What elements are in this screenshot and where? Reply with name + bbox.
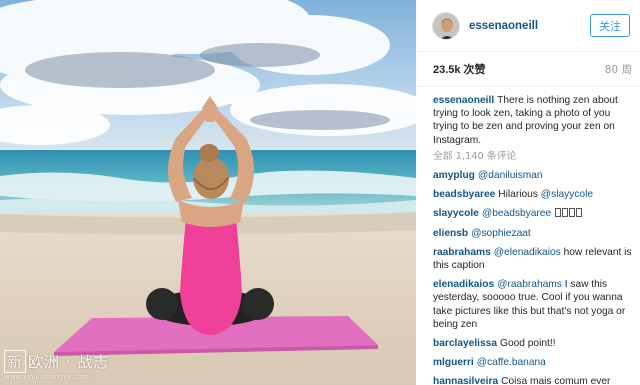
comment-username[interactable]: beadsbyaree — [433, 189, 495, 200]
comment-mention[interactable]: @raabrahams — [497, 279, 562, 290]
comment-mention[interactable]: @caffe.banana — [477, 357, 546, 368]
comment-item: eliensb @sophiezaat — [433, 227, 632, 240]
post-side-panel: essenaoneill 关注 23.5k 次赞 80 周 essenaoneil… — [416, 0, 640, 385]
avatar-icon — [433, 12, 459, 39]
site-watermark: 新欧洲 · 战志 www.xinoushangye.com — [4, 350, 109, 381]
comment-mention[interactable]: @elenadikaios — [494, 247, 561, 258]
comment-item: beadsbyaree Hilarious @slayycole — [433, 188, 632, 201]
comment-username[interactable]: amyplug — [433, 170, 475, 181]
comment-username[interactable]: eliensb — [433, 228, 468, 239]
comment-item: amyplug @daniluisman — [433, 169, 632, 182]
comment-item: slayycole @beadsbyaree — [433, 207, 632, 220]
comment-item: elenadikaios @raabrahams I saw this yeste… — [433, 278, 632, 331]
comment-item: barclayelissa Good point!! — [433, 337, 632, 350]
comment-username[interactable]: raabrahams — [433, 247, 491, 258]
comment-text: Coisa mais comum ever — [501, 376, 611, 385]
avatar[interactable] — [432, 11, 460, 40]
comment-text: Good point!! — [500, 338, 556, 350]
comment-mention[interactable]: @sophiezaat — [471, 228, 531, 239]
comment-username[interactable]: mlguerri — [433, 357, 474, 368]
comment-item: hannasilveira Coisa mais comum ever — [433, 375, 632, 385]
comment-item: mlguerri @caffe.banana — [433, 356, 632, 369]
comment-mention[interactable]: @beadsbyaree — [482, 208, 551, 219]
view-all-comments-link[interactable]: 全部 1,140 条评论 — [433, 150, 632, 163]
likes-label: 次赞 — [463, 63, 486, 76]
comment-item: raabrahams @elenadikaios how relevant is … — [433, 246, 632, 272]
caption-username[interactable]: essenaoneill — [433, 95, 494, 106]
comment-username[interactable]: elenadikaios — [433, 279, 494, 290]
likes-count[interactable]: 23.5k 次赞 — [433, 61, 486, 77]
follow-button[interactable]: 关注 — [590, 14, 630, 37]
comment-mention[interactable]: @daniluisman — [478, 170, 543, 181]
watermark-text: 欧洲 · 战志 — [28, 353, 110, 371]
post-age[interactable]: 80 周 — [605, 62, 632, 77]
post-photo[interactable]: 新欧洲 · 战志 www.xinoushangye.com — [0, 0, 416, 385]
beach-yoga-image — [0, 0, 416, 385]
comment-mention[interactable]: @slayycole — [541, 189, 593, 200]
post-stats: 23.5k 次赞 80 周 — [416, 52, 640, 87]
likes-number: 23.5k — [433, 64, 461, 76]
comment-list: essenaoneill There is nothing zen about t… — [416, 87, 640, 385]
username-link[interactable]: essenaoneill — [469, 20, 590, 32]
watermark-url: www.xinoushangye.com — [4, 373, 89, 381]
comment-username[interactable]: barclayelissa — [433, 338, 497, 349]
caption: essenaoneill There is nothing zen about t… — [433, 94, 632, 147]
comment-username[interactable]: slayycole — [433, 208, 479, 219]
watermark-mark: 新 — [4, 350, 27, 373]
post-header: essenaoneill 关注 — [416, 0, 640, 52]
comment-username[interactable]: hannasilveira — [433, 376, 498, 385]
unrendered-emoji-icon — [554, 208, 582, 219]
comment-text: Hilarious — [498, 189, 541, 201]
